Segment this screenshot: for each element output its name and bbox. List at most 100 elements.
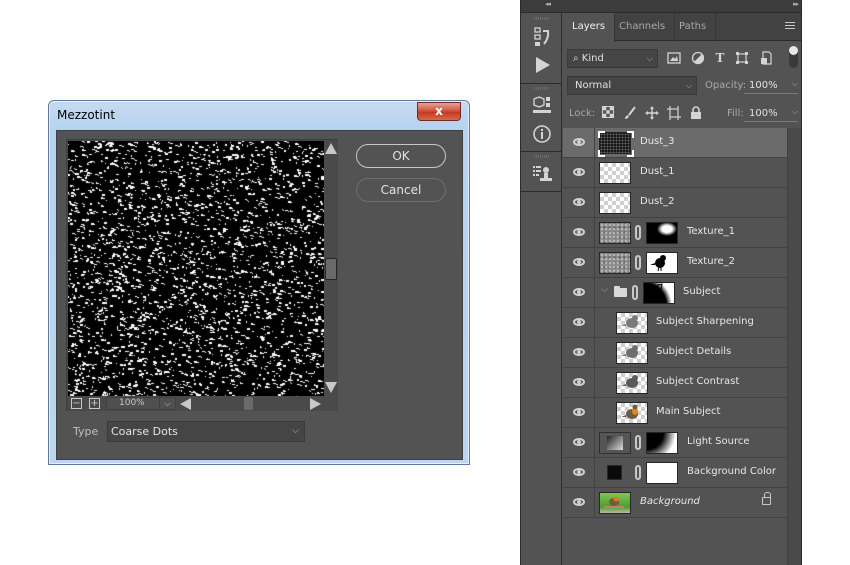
layer-row-dust-1[interactable]: Dust_1 xyxy=(563,158,787,188)
group-expand-chevron-icon[interactable]: ⌵ xyxy=(601,285,608,295)
opacity-field[interactable]: 100% ⌵ xyxy=(744,79,798,94)
tab-paths[interactable]: Paths xyxy=(670,13,717,41)
vertical-scroll-thumb[interactable] xyxy=(325,258,337,280)
chevron-down-icon: ⌵ xyxy=(685,81,692,90)
collapse-right-icon[interactable]: ▸▸ xyxy=(793,0,799,8)
layer-mask-thumbnail[interactable] xyxy=(643,282,675,304)
horizontal-scroll-thumb[interactable] xyxy=(244,397,253,410)
shape-filter-icon[interactable] xyxy=(735,51,749,65)
type-select[interactable]: Coarse Dots ⌵ xyxy=(107,421,305,442)
zoom-in-button[interactable]: + xyxy=(89,398,100,409)
gradient-swatch xyxy=(607,436,623,450)
layer-row-subject-contrast[interactable]: Subject Contrast xyxy=(563,368,787,398)
vertical-scrollbar[interactable] xyxy=(324,140,338,396)
eye-icon[interactable] xyxy=(573,438,585,446)
layers-scrollbar[interactable] xyxy=(787,128,801,565)
layer-row-subject-details[interactable]: Subject Details xyxy=(563,338,787,368)
layer-thumbnail[interactable] xyxy=(616,402,648,424)
layer-thumbnail[interactable] xyxy=(599,162,631,184)
layer-group-subject[interactable]: ⌵ Subject xyxy=(563,278,787,308)
eye-icon[interactable] xyxy=(573,288,585,296)
scroll-right-arrow-icon[interactable] xyxy=(310,398,321,410)
scroll-left-arrow-icon[interactable] xyxy=(180,398,191,410)
close-button[interactable]: x xyxy=(417,102,461,121)
scroll-up-arrow-icon[interactable] xyxy=(325,143,337,154)
layer-list: Dust_3 Dust_1 Dust_2 Texture_1 Texture_2… xyxy=(563,128,787,518)
dock-grip[interactable] xyxy=(534,155,550,158)
layer-thumbnail[interactable] xyxy=(616,372,648,394)
eye-icon[interactable] xyxy=(573,138,585,146)
eye-icon[interactable] xyxy=(573,468,585,476)
lock-image-pixels-brush-icon[interactable] xyxy=(623,106,637,120)
cancel-button[interactable]: Cancel xyxy=(356,178,446,202)
tab-layers[interactable]: Layers xyxy=(563,13,616,42)
properties-icon[interactable] xyxy=(531,163,553,185)
layer-thumbnail[interactable] xyxy=(599,492,631,514)
layer-thumbnail[interactable] xyxy=(599,132,632,155)
visibility-cell xyxy=(563,278,595,307)
actions-play-icon[interactable] xyxy=(531,54,553,76)
link-chain-icon[interactable] xyxy=(635,225,641,240)
history-icon[interactable] xyxy=(531,26,553,48)
fill-field[interactable]: 100% ⌵ xyxy=(744,107,798,122)
layer-mask-thumbnail[interactable] xyxy=(646,252,678,274)
eye-icon[interactable] xyxy=(573,498,585,506)
lock-all-icon[interactable] xyxy=(689,106,703,120)
eye-icon[interactable] xyxy=(573,228,585,236)
eye-icon[interactable] xyxy=(573,318,585,326)
layer-row-background[interactable]: Background xyxy=(563,488,787,518)
layer-thumbnail[interactable] xyxy=(599,222,631,244)
dock-grip[interactable] xyxy=(534,87,550,90)
link-chain-icon[interactable] xyxy=(635,435,641,450)
layer-thumbnail[interactable] xyxy=(599,252,631,274)
layer-thumbnail[interactable] xyxy=(616,342,648,364)
pixel-filter-icon[interactable] xyxy=(667,51,681,65)
filter-toggle-switch[interactable] xyxy=(789,46,798,68)
eye-icon[interactable] xyxy=(573,408,585,416)
filter-preview[interactable] xyxy=(68,141,324,397)
layer-name: Dust_2 xyxy=(640,196,675,207)
link-chain-icon[interactable] xyxy=(635,465,641,480)
eye-icon[interactable] xyxy=(573,348,585,356)
eye-icon[interactable] xyxy=(573,378,585,386)
layer-thumbnail[interactable] xyxy=(599,432,631,454)
layer-row-subject-sharpening[interactable]: Subject Sharpening xyxy=(563,308,787,338)
dock-grip[interactable] xyxy=(534,17,550,20)
layer-mask-thumbnail[interactable] xyxy=(646,432,678,454)
eye-icon[interactable] xyxy=(573,198,585,206)
ok-button[interactable]: OK xyxy=(356,144,446,168)
tab-channels[interactable]: Channels xyxy=(610,13,676,41)
layer-mask-thumbnail[interactable] xyxy=(646,222,678,244)
layer-row-light-source[interactable]: Light Source xyxy=(563,428,787,458)
layer-row-main-subject[interactable]: Main Subject xyxy=(563,398,787,428)
layer-row-texture-1[interactable]: Texture_1 xyxy=(563,218,787,248)
zoom-out-button[interactable]: − xyxy=(71,398,82,409)
layer-row-background-color[interactable]: Background Color xyxy=(563,458,787,488)
scroll-down-arrow-icon[interactable] xyxy=(325,382,337,393)
filter-kind-select[interactable]: ⌕ Kind ⌵ xyxy=(567,49,658,68)
eye-icon[interactable] xyxy=(573,258,585,266)
lock-artboard-icon[interactable] xyxy=(667,106,681,120)
layer-mask-thumbnail[interactable] xyxy=(646,462,678,484)
blend-mode-select[interactable]: Normal ⌵ xyxy=(567,76,697,95)
layer-row-texture-2[interactable]: Texture_2 xyxy=(563,248,787,278)
lock-transparent-pixels-icon[interactable] xyxy=(601,106,615,120)
panel-menu-icon[interactable] xyxy=(785,22,795,30)
3d-icon[interactable] xyxy=(531,95,553,117)
layer-thumbnail[interactable] xyxy=(616,312,648,334)
eye-icon[interactable] xyxy=(573,168,585,176)
layer-row-dust-3[interactable]: Dust_3 xyxy=(563,128,787,158)
link-chain-icon[interactable] xyxy=(632,285,638,300)
zoom-level-select[interactable]: 100% ⌵ xyxy=(106,397,176,410)
layer-thumbnail[interactable] xyxy=(599,462,631,484)
type-filter-icon[interactable]: T xyxy=(713,51,727,65)
lock-position-move-icon[interactable] xyxy=(645,106,659,120)
adjustment-filter-icon[interactable] xyxy=(691,51,705,65)
preview-canvas[interactable] xyxy=(68,141,324,397)
smart-object-filter-icon[interactable] xyxy=(759,51,773,65)
collapse-left-icon[interactable]: ◂◂ xyxy=(545,0,551,8)
link-chain-icon[interactable] xyxy=(635,255,641,270)
layer-thumbnail[interactable] xyxy=(599,192,631,214)
layer-row-dust-2[interactable]: Dust_2 xyxy=(563,188,787,218)
info-icon[interactable] xyxy=(531,123,553,145)
